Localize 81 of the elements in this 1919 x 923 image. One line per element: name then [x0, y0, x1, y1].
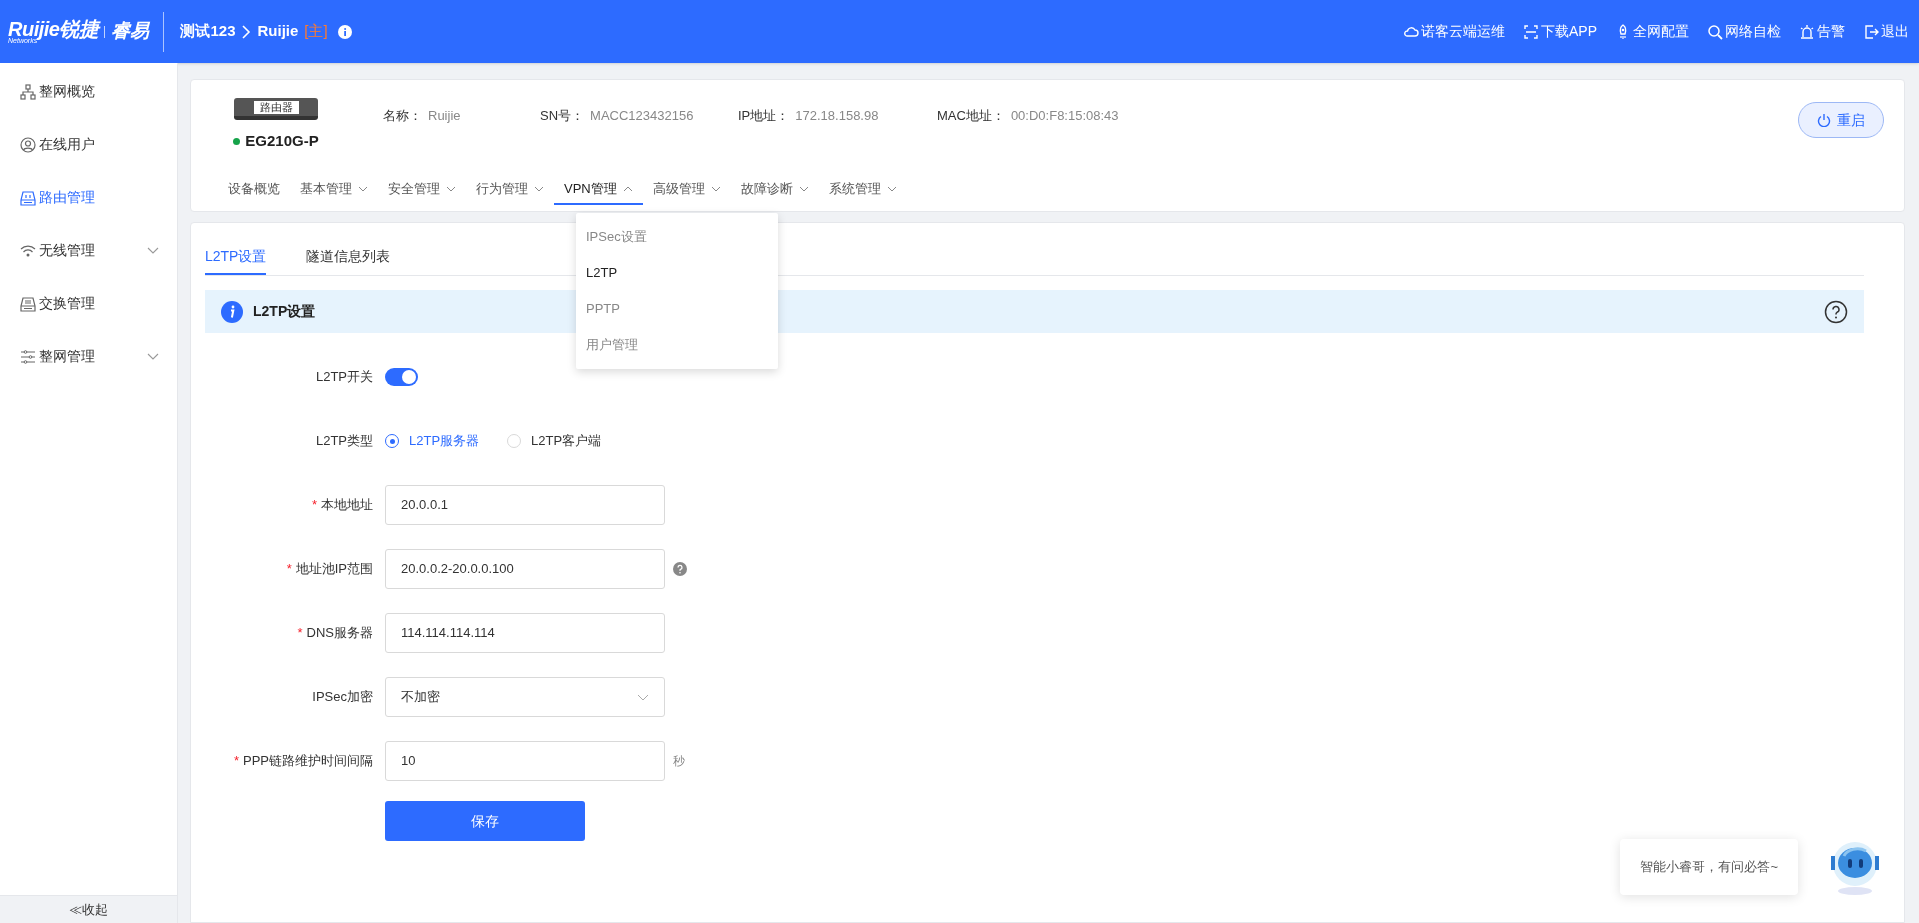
nav-tab[interactable]: 基本管理 — [290, 174, 378, 205]
form-label: 本地地址 — [321, 496, 373, 515]
chevron-right-icon — [241, 24, 252, 39]
nav-tab[interactable]: 高级管理 — [642, 174, 731, 205]
unit-label: 秒 — [673, 753, 685, 770]
input-field[interactable]: 114.114.114.114 — [385, 613, 665, 653]
form-label: PPP链路维护时间间隔 — [243, 752, 373, 771]
collapse-button[interactable]: ≪收起 — [0, 895, 177, 923]
sidebar-item[interactable]: 无线管理 — [0, 224, 177, 277]
input-field[interactable]: 20.0.0.1 — [385, 485, 665, 525]
breadcrumb-item[interactable]: 测试123 — [180, 20, 236, 43]
brand-logo: Ruijie锐捷 — [8, 19, 99, 39]
search-icon — [1707, 23, 1723, 40]
nav-tab[interactable]: 安全管理 — [378, 174, 466, 205]
radio-option[interactable]: L2TP客户端 — [507, 431, 602, 451]
header-action-link[interactable]: 下载APP — [1523, 21, 1597, 42]
required-mark: * — [286, 560, 292, 579]
header-action-link[interactable]: 网络自检 — [1707, 21, 1781, 42]
save-button[interactable]: 保存 — [385, 801, 585, 841]
help-icon[interactable] — [1824, 299, 1848, 324]
required-mark: * — [297, 624, 303, 643]
sidebar-item[interactable]: 交换管理 — [0, 277, 177, 330]
chat-bubble: 智能小睿哥，有问必答~ — [1620, 839, 1798, 895]
router-icon — [20, 189, 36, 206]
device-badge: 路由器 — [253, 100, 299, 114]
field-value: Ruijie — [428, 106, 461, 125]
sidebar-item[interactable]: 在线用户 — [0, 118, 177, 171]
role-tag: [主] — [304, 20, 328, 43]
breadcrumb-item[interactable]: Ruijie — [257, 20, 299, 43]
sidebar-item[interactable]: 整网概览 — [0, 65, 177, 118]
form-label: IPSec加密 — [312, 688, 373, 707]
tab[interactable]: L2TP设置 — [205, 239, 267, 275]
tab[interactable]: 隧道信息列表 — [306, 239, 391, 275]
nav-tab[interactable]: VPN管理 — [554, 174, 643, 205]
info-icon — [221, 300, 243, 323]
nav-tab[interactable]: 设备概览 — [218, 174, 290, 205]
menu-item[interactable]: 用户管理 — [576, 327, 778, 363]
required-mark: * — [311, 496, 317, 515]
input-field[interactable]: 10 — [385, 741, 665, 781]
user-icon — [20, 136, 36, 153]
header-action-link[interactable]: 全网配置 — [1615, 21, 1689, 42]
nav-tab[interactable]: 行为管理 — [466, 174, 554, 205]
header-action-link[interactable]: 退出 — [1863, 21, 1909, 42]
field-label: 名称： — [383, 106, 422, 125]
topology-icon — [20, 83, 36, 100]
sidebar-item[interactable]: 路由管理 — [0, 171, 177, 224]
nav-tab[interactable]: 系统管理 — [818, 174, 907, 205]
field-label: IP地址： — [738, 106, 790, 125]
select-field[interactable]: 不加密 — [385, 677, 665, 717]
section-title: L2TP设置 — [253, 302, 316, 321]
field-label: MAC地址： — [937, 106, 1005, 125]
nav-tab[interactable]: 故障诊断 — [730, 174, 819, 205]
reboot-button[interactable]: 重启 — [1798, 102, 1884, 139]
sidebar-item[interactable]: 整网管理 — [0, 330, 177, 383]
field-label: SN号： — [540, 106, 585, 125]
power-icon — [1817, 113, 1831, 128]
field-value: 00:D0:F8:15:08:43 — [1010, 106, 1119, 125]
header-action-link[interactable]: 诺客云端运维 — [1403, 21, 1505, 42]
toggle-switch[interactable] — [385, 368, 418, 386]
switch-icon — [20, 295, 36, 312]
menu-item[interactable]: L2TP — [576, 255, 778, 291]
product-logo: 睿易 — [111, 19, 150, 44]
radio-option[interactable]: L2TP服务器 — [385, 431, 480, 451]
form-label: L2TP开关 — [315, 368, 373, 387]
alarm-icon — [1799, 23, 1815, 40]
input-field[interactable]: 20.0.0.2-20.0.0.100 — [385, 549, 665, 589]
logout-icon — [1863, 23, 1879, 40]
form-label: L2TP类型 — [315, 432, 373, 451]
header-action-link[interactable]: 告警 — [1799, 21, 1845, 42]
menu-item[interactable]: PPTP — [576, 291, 778, 327]
scan-icon — [1523, 23, 1539, 40]
list-icon — [20, 348, 36, 365]
form-label: 地址池IP范围 — [295, 560, 373, 579]
field-value: MACC123432156 — [590, 106, 694, 125]
form-label: DNS服务器 — [306, 624, 373, 643]
device-model: EG210G-P — [245, 131, 319, 151]
chevron-down-icon — [637, 693, 649, 701]
info-icon — [337, 24, 352, 39]
required-mark: * — [233, 752, 239, 771]
menu-item[interactable]: IPSec设置 — [576, 219, 778, 255]
field-value: 172.18.158.98 — [795, 106, 879, 125]
